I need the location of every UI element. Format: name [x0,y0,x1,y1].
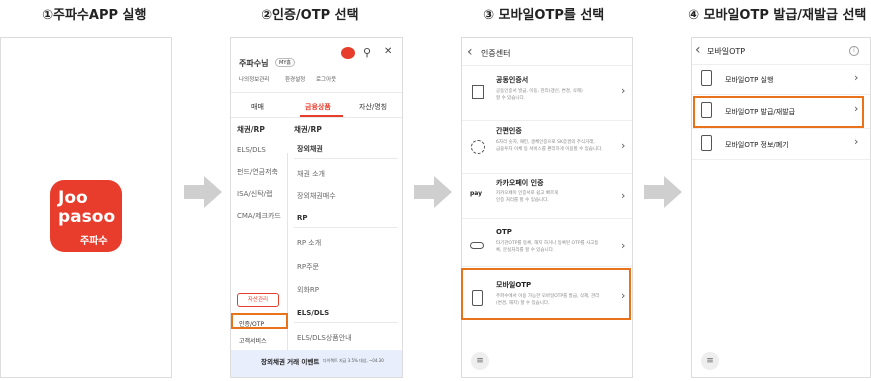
link-my-info[interactable]: 나의정보관리 [239,75,269,83]
chevron-right-icon[interactable]: › [621,189,625,202]
auth-item-title: 카카오페이 인증 [496,179,544,187]
step-1-title: ①주파수APP 실행 [42,8,147,23]
logo-line-1: Joo [58,188,88,208]
tab-financial-products[interactable]: 금융상품 [305,102,331,112]
chevron-right-icon[interactable]: › [621,139,625,152]
auth-item-desc: 공동인증서 발급, 이동, 관리(갱신, 변경, 삭제) [496,89,583,94]
left-menu-cma[interactable]: CMA/제크카드 [237,211,281,221]
auth-item-desc: 금융투자 이체 등 서비스를 편리하게 이용할 수 있습니다. [496,147,603,152]
link-logout[interactable]: 로그아웃 [316,75,336,83]
tab-assets[interactable]: 자산/명칭 [359,102,387,112]
left-menu-bond-rp[interactable]: 채권/RP [237,124,265,135]
auth-item-desc: 록, 분실처리를 할 수 있습니다. [496,248,555,253]
character-icon [341,47,355,59]
chevron-right-icon[interactable]: › [621,84,625,97]
left-menu-isa[interactable]: ISA/신탁/랩 [237,189,272,199]
customer-service-menu[interactable]: 고객서비스 [239,336,267,345]
left-menu-fund[interactable]: 펀드/연금저축 [237,167,278,177]
link-settings[interactable]: 환경설정 [285,75,305,83]
mobile-otp-run-icon [701,70,712,86]
mobile-otp-info-icon [701,135,712,151]
auth-center-title: 인증센터 [481,49,511,58]
chevron-right-icon[interactable]: › [621,239,625,252]
auth-item-desc: 할 수 있습니다. [496,96,526,101]
banner-text: 장외채권 거래 이벤트 [261,358,320,366]
mobile-otp-title: 모바일OTP [707,47,746,56]
search-icon[interactable]: ⚲ [363,46,371,59]
back-icon[interactable]: ‹ [467,44,473,60]
kakaopay-icon: pay [470,190,483,197]
auth-item-desc: 타기관OTP를 등록, 해지 하거나 등록된 OTP를 사고등 [496,241,599,246]
menu-icon[interactable]: ≡ [471,352,489,370]
banner-sub: 다이렉트 지급 3.5% 대상, ~04.30 [323,358,384,363]
step-2-title: ②인증/OTP 선택 [261,8,359,23]
right-menu-rp-order[interactable]: RP주문 [297,262,319,272]
chevron-right-icon[interactable]: › [854,135,858,148]
auth-item-desc: 6자리 숫자, 패턴, 생체인증으로 SK증권의 주식거래, [496,140,595,145]
right-menu-els-dls[interactable]: ELS/DLS [297,309,329,317]
otp-token-icon [470,242,484,249]
auth-item-title: 공동인증서 [496,76,529,84]
right-menu-rp-intro[interactable]: RP 소개 [297,238,321,248]
step-3-title: ③ 모바일OTP를 선택 [483,8,605,23]
highlight-auth-otp [231,313,288,329]
otp-menu-run[interactable]: 모바일OTP 실행 [725,75,773,85]
right-menu-rp[interactable]: RP [297,214,308,222]
user-name: 주파수님 [239,59,269,68]
logo-line-2: pasoo [58,207,116,227]
phone-screen-mobile-otp: ‹ 모바일OTP i 모바일OTP 실행 › 모바일OTP 발급/재발급 › 모… [691,37,871,378]
logo-label: 주파수 [80,236,108,247]
right-menu-fx-rp[interactable]: 외화RP [297,285,319,295]
phone-screen-auth-center: ‹ 인증센터 공동인증서 공동인증서 발급, 이동, 관리(갱신, 변경, 삭제… [461,37,633,378]
tab-trade[interactable]: 매매 [251,102,264,112]
right-menu-bond-buy[interactable]: 장외채권매수 [297,191,336,201]
grade-badge[interactable]: MY홈 [275,58,295,67]
joopasoo-app-icon[interactable]: Joo pasoo 주파수 [50,180,122,252]
auth-item-desc: 카카오페이 인증서로 쉽고 빠르게 [496,191,559,196]
right-menu-header: 채권/RP [294,125,322,134]
close-icon[interactable]: ✕ [384,46,392,57]
certificate-icon [472,85,484,99]
auth-item-title: 간편인증 [496,127,522,135]
otp-menu-info[interactable]: 모바일OTP 정보/폐기 [725,140,789,150]
highlight-mobile-otp [461,268,631,320]
fingerprint-icon [471,140,485,154]
step-4-title: ④ 모바일OTP 발급/재발급 선택 [688,8,867,23]
back-icon[interactable]: ‹ [695,42,701,58]
right-menu-otc-bond[interactable]: 장외채권 [297,144,323,154]
info-icon[interactable]: i [849,46,859,56]
left-menu-els-dls[interactable]: ELS/DLS [237,146,266,154]
right-menu-bond-intro[interactable]: 채권 소개 [297,169,325,179]
highlight-otp-issue [693,96,864,128]
phone-screen-home: Joo pasoo 주파수 [0,37,172,378]
auth-item-title: OTP [496,228,512,236]
menu-icon[interactable]: ≡ [701,352,719,370]
right-menu-els-guide[interactable]: ELS/DLS상품안내 [297,333,352,343]
auth-item-desc: 인증 처리를 할 수 있습니다. [496,198,549,203]
asset-manage-button[interactable]: 자산관리 [237,293,279,307]
chevron-right-icon[interactable]: › [854,71,858,84]
